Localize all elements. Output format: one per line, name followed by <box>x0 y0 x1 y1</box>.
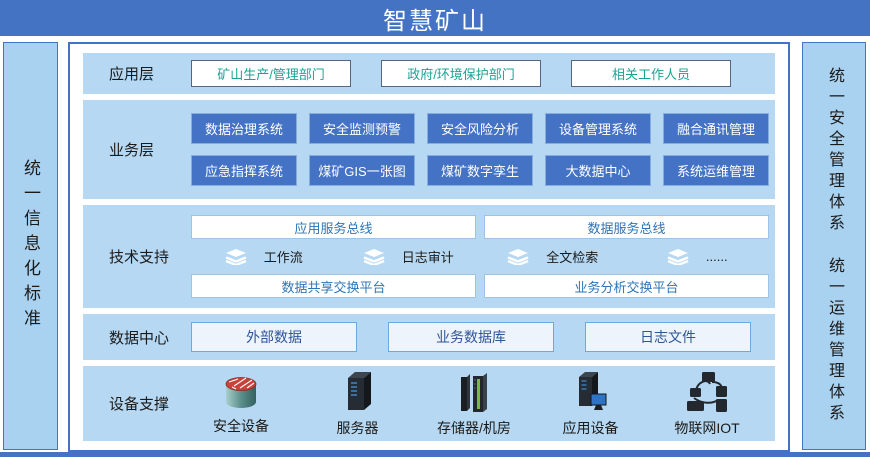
middleware-label: ...... <box>706 249 728 264</box>
business-box-emergency-command: 应急指挥系统 <box>191 155 297 186</box>
data-center-boxes: 外部数据 业务数据库 日志文件 <box>191 322 751 352</box>
equipment-label: 应用设备 <box>563 418 619 438</box>
server-icon <box>338 370 378 416</box>
layer-row-equipment: 设备支撑 <box>83 366 775 441</box>
business-box-ops-management: 系统运维管理 <box>663 155 769 186</box>
equipment-security-device: 安全设备 <box>191 370 291 438</box>
app-service-bus: 应用服务总线 <box>191 215 476 239</box>
business-box-risk-analysis: 安全风险分析 <box>427 113 533 144</box>
layers-icon <box>666 248 690 265</box>
left-sidebar: 统一信息化标准 <box>3 42 58 450</box>
page-title: 智慧矿山 <box>383 1 487 36</box>
middleware-label: 日志审计 <box>402 247 454 266</box>
right-sidebar-label-ops: 统一运维管理体系 <box>822 257 846 425</box>
equipment-server: 服务器 <box>308 370 408 438</box>
storage-rack-icon <box>453 370 495 416</box>
data-service-bus: 数据服务总线 <box>484 215 769 239</box>
middleware-row: 工作流 日志审计 全文检索 <box>191 247 769 266</box>
application-boxes: 矿山生产/管理部门 政府/环境保护部门 相关工作人员 <box>191 60 731 87</box>
middleware-label: 工作流 <box>264 247 303 266</box>
exchange-platforms: 数据共享交换平台 业务分析交换平台 <box>191 274 769 298</box>
layer-row-tech-support: 技术支持 应用服务总线 数据服务总线 工作流 <box>83 205 775 308</box>
right-sidebar: 统一安全管理体系 统一运维管理体系 <box>802 42 866 450</box>
layer-row-business: 业务层 数据治理系统 安全监测预警 安全风险分析 设备管理系统 融合通讯管理 应… <box>83 100 775 199</box>
smart-mine-architecture-diagram: 智慧矿山 统一信息化标准 统一安全管理体系 统一运维管理体系 应用层 矿山生产/… <box>0 0 870 457</box>
equipment-iot: 物联网IOT <box>657 370 757 438</box>
layer-row-application: 应用层 矿山生产/管理部门 政府/环境保护部门 相关工作人员 <box>83 53 775 94</box>
bottom-border-strip <box>0 452 870 457</box>
app-device-icon <box>570 370 612 416</box>
data-box-log-files: 日志文件 <box>585 322 751 352</box>
business-boxes: 数据治理系统 安全监测预警 安全风险分析 设备管理系统 融合通讯管理 应急指挥系… <box>191 113 769 186</box>
business-box-digital-twin: 煤矿数字孪生 <box>427 155 533 186</box>
application-box-mine-production: 矿山生产/管理部门 <box>191 60 351 87</box>
equipment-layer-label: 设备支撑 <box>83 393 191 414</box>
equipment-label: 物联网IOT <box>674 418 739 438</box>
equipment-label: 安全设备 <box>213 416 269 436</box>
data-box-business-db: 业务数据库 <box>388 322 554 352</box>
application-box-government: 政府/环境保护部门 <box>381 60 541 87</box>
middleware-fulltext-search: 全文检索 <box>480 247 625 266</box>
business-box-data-governance: 数据治理系统 <box>191 113 297 144</box>
tech-support-layer-label: 技术支持 <box>83 246 191 267</box>
service-buses: 应用服务总线 数据服务总线 <box>191 215 769 239</box>
middleware-workflow: 工作流 <box>191 247 336 266</box>
layer-row-data-center: 数据中心 外部数据 业务数据库 日志文件 <box>83 314 775 360</box>
equipment-label: 存储器/机房 <box>437 418 511 438</box>
equipment-storage-room: 存储器/机房 <box>424 370 524 438</box>
equipment-items: 安全设备 服务器 <box>191 370 757 438</box>
firewall-icon <box>216 370 266 414</box>
business-box-device-management: 设备管理系统 <box>545 113 651 144</box>
middleware-more: ...... <box>625 248 770 265</box>
layers-icon <box>506 248 530 265</box>
left-sidebar-label: 统一信息化标准 <box>18 159 43 334</box>
iot-network-icon <box>682 370 732 416</box>
business-analysis-platform: 业务分析交换平台 <box>484 274 769 298</box>
layers-icon <box>224 248 248 265</box>
data-box-external-data: 外部数据 <box>191 322 357 352</box>
tech-support-content: 应用服务总线 数据服务总线 工作流 日志审计 <box>191 215 769 298</box>
data-sharing-platform: 数据共享交换平台 <box>191 274 476 298</box>
main-panel: 应用层 矿山生产/管理部门 政府/环境保护部门 相关工作人员 业务层 数据治理系… <box>68 42 790 452</box>
banner: 智慧矿山 <box>0 0 870 36</box>
data-center-layer-label: 数据中心 <box>83 327 191 348</box>
business-layer-label: 业务层 <box>83 139 191 160</box>
business-box-gis-map: 煤矿GIS一张图 <box>309 155 415 186</box>
business-box-big-data-center: 大数据中心 <box>545 155 651 186</box>
middleware-log-audit: 日志审计 <box>336 247 481 266</box>
middleware-label: 全文检索 <box>546 247 598 266</box>
application-layer-label: 应用层 <box>83 63 191 84</box>
equipment-label: 服务器 <box>337 418 379 438</box>
right-sidebar-label-security: 统一安全管理体系 <box>822 67 846 235</box>
equipment-application-device: 应用设备 <box>541 370 641 438</box>
layers-icon <box>362 248 386 265</box>
business-box-comms-management: 融合通讯管理 <box>663 113 769 144</box>
business-box-safety-monitoring: 安全监测预警 <box>309 113 415 144</box>
application-box-related-staff: 相关工作人员 <box>571 60 731 87</box>
